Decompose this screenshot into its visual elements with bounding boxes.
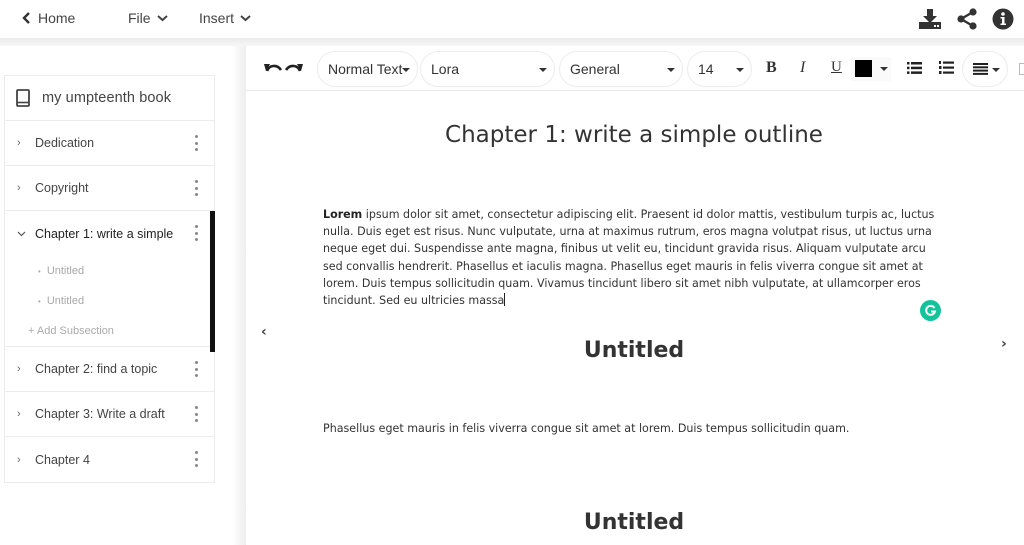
sidebar-item-copyright[interactable]: › Copyright <box>5 166 214 211</box>
italic-button[interactable]: I <box>800 59 805 77</box>
subsection-item[interactable]: • Untitled <box>5 286 214 316</box>
more-options-icon[interactable] <box>194 361 198 377</box>
paragraph-style-select[interactable]: Normal Text <box>317 51 418 87</box>
undo-icon[interactable] <box>263 60 283 78</box>
top-navigation-bar: Home File Insert <box>0 0 1024 38</box>
font-size-select[interactable]: 14 <box>687 51 752 87</box>
numbered-list-icon[interactable] <box>939 61 954 80</box>
bullet-icon: • <box>38 296 41 306</box>
info-icon[interactable] <box>992 8 1014 35</box>
font-family-select[interactable]: Lora <box>420 51 555 87</box>
chevron-down-icon <box>240 15 251 22</box>
grammarly-icon <box>925 304 937 316</box>
chevron-right-icon[interactable]: › <box>17 454 29 466</box>
formatting-toolbar: Normal Text Lora General 14 B I U <box>246 46 1024 91</box>
chapter-title[interactable]: Chapter 1: write a simple outline <box>246 122 1022 148</box>
sidebar-item-label: Dedication <box>35 136 95 150</box>
file-menu[interactable]: File <box>128 10 168 26</box>
more-options-icon[interactable] <box>194 225 198 241</box>
insert-menu[interactable]: Insert <box>199 10 251 26</box>
align-justify-icon <box>973 63 988 75</box>
download-icon[interactable] <box>918 8 942 35</box>
font-size-value: 14 <box>698 61 714 77</box>
add-subsection-button[interactable]: + Add Subsection <box>5 316 214 346</box>
paragraph-text: ipsum dolor sit amet, consectetur adipis… <box>323 208 935 308</box>
category-select[interactable]: General <box>559 51 683 87</box>
color-swatch <box>855 60 872 77</box>
insert-label: Insert <box>199 10 235 26</box>
section-title[interactable]: Untitled <box>246 510 1022 535</box>
file-label: File <box>128 10 151 26</box>
sidebar-item-label: Chapter 4 <box>35 452 90 467</box>
alignment-select[interactable] <box>962 51 1008 87</box>
home-link[interactable]: Home <box>22 10 75 26</box>
sidebar-item-label: Copyright <box>35 181 89 195</box>
sidebar-item-chapter-2[interactable]: › Chapter 2: find a topic <box>5 347 214 392</box>
more-options-icon[interactable] <box>194 180 198 196</box>
panel-divider <box>232 46 246 545</box>
topbar-shadow <box>0 38 1024 46</box>
section-paragraph[interactable]: Phasellus eget mauris in felis viverra c… <box>323 422 849 435</box>
bold-button[interactable]: B <box>766 59 777 77</box>
caret-down-icon <box>539 68 547 72</box>
sidebar-item-label: Chapter 1: write a simple <box>35 226 174 241</box>
subsection-label: Untitled <box>46 295 85 307</box>
category-value: General <box>570 61 620 77</box>
book-title-row[interactable]: my umpteenth book <box>5 76 214 121</box>
more-options-icon[interactable] <box>194 406 198 422</box>
book-title: my umpteenth book <box>42 90 172 106</box>
bulleted-list-icon[interactable] <box>907 61 922 79</box>
sidebar-item-label: Chapter 2: find a topic <box>35 362 158 376</box>
sidebar-item-dedication[interactable]: › Dedication <box>5 121 214 166</box>
text-cursor <box>504 293 506 307</box>
caret-down-icon <box>402 68 410 72</box>
text-color-picker[interactable] <box>851 57 891 81</box>
book-icon <box>16 89 30 107</box>
sidebar-item-chapter-3[interactable]: › Chapter 3: Write a draft <box>5 392 214 437</box>
share-icon[interactable] <box>956 8 978 35</box>
subsection-item[interactable]: • Untitled <box>5 256 214 286</box>
sidebar-item-chapter-1[interactable]: Chapter 1: write a simple <box>5 211 214 256</box>
paragraph-style-value: Normal Text <box>328 61 403 77</box>
bullet-icon: • <box>38 266 41 276</box>
editor-area[interactable]: Chapter 1: write a simple outline Lorem … <box>246 92 1024 545</box>
chevron-right-icon[interactable]: › <box>17 363 29 375</box>
more-options-icon[interactable] <box>194 451 198 467</box>
redo-icon[interactable] <box>284 60 304 78</box>
underline-button[interactable]: U <box>831 59 842 76</box>
chevron-right-icon[interactable]: › <box>17 137 29 149</box>
toolbar-overflow-button[interactable] <box>1019 63 1024 75</box>
table-of-contents: my umpteenth book › Dedication › Copyrig… <box>4 75 215 483</box>
section-title[interactable]: Untitled <box>246 338 1022 363</box>
sidebar-item-chapter-1-group: Chapter 1: write a simple • Untitled • U… <box>5 211 215 352</box>
chevron-down-icon[interactable] <box>17 228 29 240</box>
font-family-value: Lora <box>431 61 460 77</box>
subsection-label: Untitled <box>46 265 85 277</box>
chevron-down-icon <box>156 15 168 22</box>
chevron-right-icon[interactable]: › <box>17 182 29 194</box>
caret-down-icon <box>667 68 675 72</box>
caret-down-icon <box>992 68 1000 72</box>
chapter-paragraph[interactable]: Lorem ipsum dolor sit amet, consectetur … <box>323 206 945 309</box>
caret-down-icon <box>880 67 888 71</box>
caret-down-icon <box>736 68 744 72</box>
sidebar-item-chapter-4[interactable]: › Chapter 4 <box>5 437 214 482</box>
grammarly-button[interactable] <box>920 300 941 321</box>
chevron-right-icon[interactable]: › <box>17 408 29 420</box>
bold-word: Lorem <box>323 208 363 221</box>
more-options-icon[interactable] <box>194 135 198 151</box>
sidebar-item-label: Chapter 3: Write a draft <box>35 407 165 421</box>
chevron-left-icon <box>22 12 30 24</box>
home-label: Home <box>38 10 76 26</box>
